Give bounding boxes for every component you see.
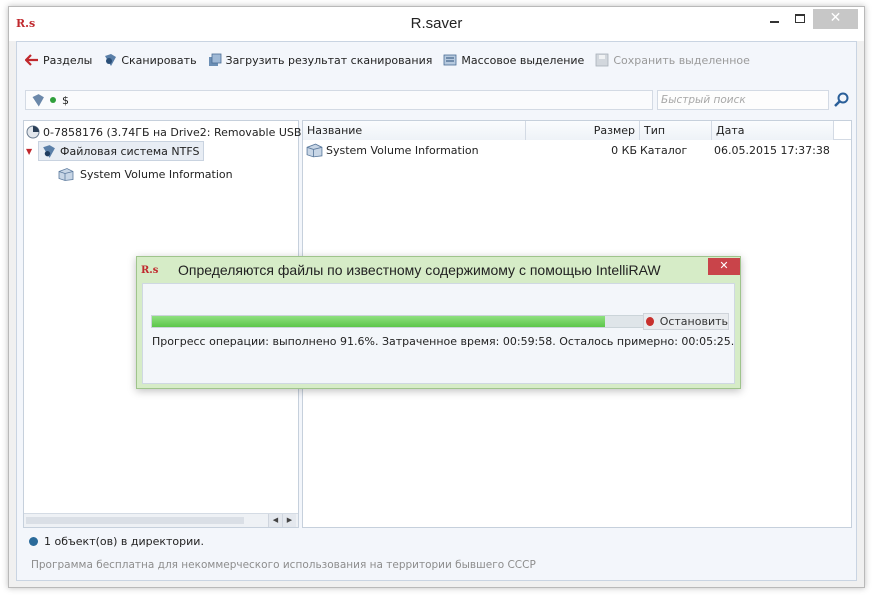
status-text: 1 объект(ов) в директории. xyxy=(44,534,204,548)
drive-icon xyxy=(31,94,44,108)
filesystem-icon xyxy=(43,144,55,158)
path-status-dot xyxy=(50,97,56,103)
minimize-button[interactable] xyxy=(761,9,787,29)
folder-icon xyxy=(306,143,323,158)
load-icon xyxy=(208,53,221,66)
row-type: Каталог xyxy=(640,144,688,157)
tree-horizontal-scrollbar[interactable]: ◀ ▶ xyxy=(24,513,298,527)
scroll-right-icon[interactable]: ▶ xyxy=(282,514,296,527)
license-note: Программа бесплатна для некоммерческого … xyxy=(31,559,536,571)
scroll-thumb[interactable] xyxy=(26,517,244,524)
tree-item-filesystem[interactable]: ▼ Файловая система NTFS xyxy=(26,141,205,161)
table-row[interactable]: System Volume Information 0 КБ Каталог 0… xyxy=(303,142,851,160)
toolbar: Разделы Сканировать Загрузить результат … xyxy=(25,50,761,70)
list-header: Название Размер Тип Дата xyxy=(303,121,851,140)
search-icon[interactable] xyxy=(833,91,851,109)
scan-button[interactable]: Сканировать xyxy=(103,53,197,67)
dialog-close-button[interactable]: ✕ xyxy=(708,258,740,275)
partitions-button[interactable]: Разделы xyxy=(25,53,92,67)
close-icon: ✕ xyxy=(829,10,842,26)
path-bar[interactable]: $ xyxy=(25,90,653,110)
expand-arrow-icon: ▼ xyxy=(26,146,33,156)
title-bar: R.s R.saver ✕ xyxy=(9,7,864,41)
disk-icon xyxy=(26,125,40,139)
stop-button[interactable]: Остановить xyxy=(643,313,729,330)
minimize-icon xyxy=(769,21,779,23)
progress-fill xyxy=(152,316,606,327)
scan-icon xyxy=(105,54,117,66)
save-icon xyxy=(595,53,609,67)
partitions-label: Разделы xyxy=(43,53,93,67)
stop-label: Остановить xyxy=(659,315,728,328)
row-size: 0 КБ xyxy=(611,144,637,157)
status-bar: 1 объект(ов) в директории. xyxy=(29,532,204,550)
stop-icon xyxy=(646,317,654,326)
path-value: $ xyxy=(62,93,69,107)
scroll-left-icon[interactable]: ◀ xyxy=(268,514,282,527)
back-arrow-icon xyxy=(25,54,38,66)
load-scan-button[interactable]: Загрузить результат сканирования xyxy=(208,53,433,67)
tree-filesystem-selected: Файловая система NTFS xyxy=(38,141,205,161)
maximize-button[interactable] xyxy=(787,9,813,29)
column-name[interactable]: Название xyxy=(303,121,526,140)
tree-item-device[interactable]: 0-7858176 (3.74ГБ на Drive2: Removable U… xyxy=(26,123,333,141)
close-button[interactable]: ✕ xyxy=(813,9,858,29)
progress-status-text: Прогресс операции: выполнено 91.6%. Затр… xyxy=(152,335,735,348)
row-name: System Volume Information xyxy=(326,144,479,157)
mass-select-button[interactable]: Массовое выделение xyxy=(443,53,584,67)
dialog-title: Определяются файлы по известному содержи… xyxy=(178,262,661,278)
save-selected-button[interactable]: Сохранить выделенное xyxy=(595,53,750,67)
scan-label: Сканировать xyxy=(121,53,197,67)
quick-search-input[interactable]: Быстрый поиск xyxy=(657,90,829,110)
dialog-logo: R.s xyxy=(141,265,159,276)
column-type[interactable]: Тип xyxy=(640,121,712,140)
tree-filesystem-label: Файловая система NTFS xyxy=(60,144,200,158)
tree-device-label: 0-7858176 (3.74ГБ на Drive2: Removable U… xyxy=(43,125,333,139)
tree-item-system-volume[interactable]: System Volume Information xyxy=(58,165,233,183)
folder-icon xyxy=(58,167,74,181)
status-icon xyxy=(29,536,38,546)
save-selected-label: Сохранить выделенное xyxy=(613,53,750,67)
row-date: 06.05.2015 17:37:38 xyxy=(714,144,830,157)
column-date[interactable]: Дата xyxy=(712,121,834,140)
mass-select-label: Массовое выделение xyxy=(461,53,585,67)
mass-select-icon xyxy=(443,54,457,66)
column-size[interactable]: Размер xyxy=(526,121,640,140)
close-icon: ✕ xyxy=(719,259,729,272)
tree-child-label: System Volume Information xyxy=(80,167,233,181)
load-scan-label: Загрузить результат сканирования xyxy=(225,53,433,67)
window-title: R.saver xyxy=(410,15,463,32)
progress-dialog: R.s Определяются файлы по известному сод… xyxy=(136,256,741,389)
maximize-icon xyxy=(795,14,805,23)
dialog-body: Остановить Прогресс операции: выполнено … xyxy=(142,283,735,384)
progress-bar xyxy=(151,315,648,328)
